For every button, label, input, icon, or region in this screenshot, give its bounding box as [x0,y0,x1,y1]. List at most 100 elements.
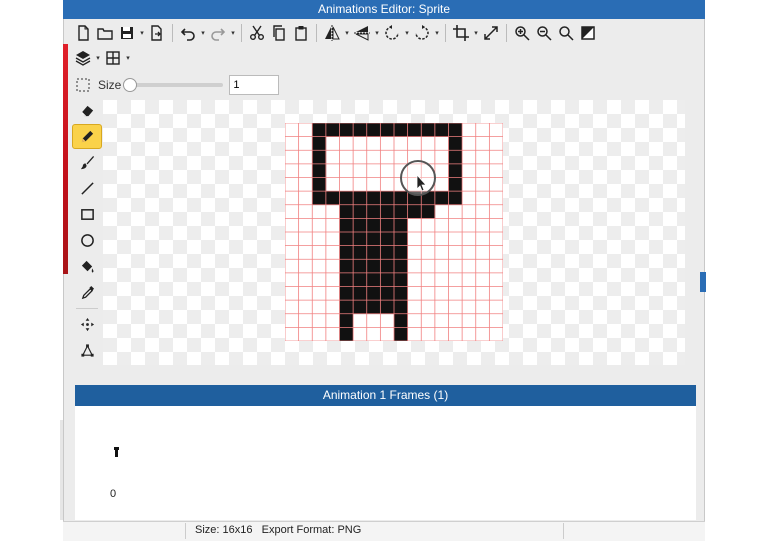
sprite-pixel [380,259,395,274]
sprite-pixel [366,204,381,219]
sprite-pixel [380,245,395,260]
sprite-pixel [380,204,395,219]
status-text: Size: 16x16 Export Format: PNG [195,524,362,536]
size-input[interactable] [229,75,280,95]
background-window-tab [700,272,706,292]
brush-icon[interactable] [72,150,102,175]
eyedropper-icon[interactable] [72,280,102,305]
crop-icon[interactable] [450,22,472,44]
sprite-pixel [353,218,368,233]
ellipse-icon[interactable] [72,228,102,253]
toolbar-separator [445,24,446,42]
dropdown-caret-icon[interactable]: ▾ [138,29,146,37]
sprite-pixel [366,123,381,137]
sprite-pixel [380,123,395,137]
dropdown-caret-icon[interactable]: ▾ [433,29,441,37]
sprite-pixel [312,136,327,151]
save-icon[interactable] [116,22,138,44]
resize-icon[interactable] [480,22,502,44]
sprite-pixel [339,327,354,341]
sprite-pixel [339,272,354,287]
sprite-pixel [312,150,327,165]
export-icon[interactable] [146,22,168,44]
sprite-pixel [394,218,408,233]
sprite-pixel [394,232,408,246]
color-swap-icon[interactable] [577,22,599,44]
sprite-pixel [394,313,408,328]
selection-icon[interactable] [72,74,94,96]
sprite-canvas[interactable] [285,123,503,341]
layers-icon[interactable] [72,47,94,69]
toolbar-separator [506,24,507,42]
rotate-right-icon[interactable] [411,22,433,44]
sprite-pixel [339,286,354,301]
copy-icon[interactable] [268,22,290,44]
sprite-pixel [448,136,463,151]
sprite-pixel [394,204,408,219]
line-icon[interactable] [72,176,102,201]
sprite-pixel [448,163,463,178]
move-icon[interactable] [72,312,102,337]
rotate-left-icon[interactable] [381,22,403,44]
sprite-pixel [366,232,381,246]
dropdown-caret-icon[interactable]: ▾ [343,29,351,37]
sprite-pixel [434,191,449,206]
rectangle-icon[interactable] [72,202,102,227]
sprite-pixel [421,123,436,137]
zoom-fit-icon[interactable] [555,22,577,44]
dropdown-caret-icon[interactable]: ▾ [124,54,132,62]
sprite-pixel [353,245,368,260]
sprite-pixel [325,123,340,137]
sprite-pixel [353,204,368,219]
sprite-pixel [312,123,327,137]
sprite-pixel [407,204,422,219]
tool-palette [72,98,102,368]
sprite-pixel [366,218,381,233]
brush-size-bar: Size [72,73,322,97]
sprite-pixel [434,123,449,137]
sprite-pixel [339,218,354,233]
size-slider-thumb[interactable] [123,78,138,92]
flip-horizontal-icon[interactable] [321,22,343,44]
new-document-icon[interactable] [72,22,94,44]
paste-icon[interactable] [290,22,312,44]
status-bar [63,521,705,541]
sprite-pixel [339,245,354,260]
status-divider [185,523,186,539]
status-divider [563,523,564,539]
dropdown-caret-icon[interactable]: ▾ [199,29,207,37]
sprite-pixel [448,191,463,206]
grid-icon[interactable] [102,47,124,69]
tool-separator [76,308,98,309]
pencil-icon[interactable] [72,124,102,149]
dropdown-caret-icon[interactable]: ▾ [229,29,237,37]
sprite-pixel [339,300,354,315]
dropdown-caret-icon[interactable]: ▾ [403,29,411,37]
sprite-pixel [353,272,368,287]
dropdown-caret-icon[interactable]: ▾ [373,29,381,37]
size-slider[interactable] [123,78,224,92]
zoom-in-icon[interactable] [511,22,533,44]
frame-thumbnail[interactable] [114,446,119,457]
window-title: Animations Editor: Sprite [63,0,705,19]
toolbar-separator [316,24,317,42]
toolbar-separator [241,24,242,42]
shape-nodes-icon[interactable] [72,338,102,363]
frame-index-label: 0 [110,488,117,500]
cut-icon[interactable] [246,22,268,44]
sprite-pixel [339,259,354,274]
undo-icon[interactable] [177,22,199,44]
dropdown-caret-icon[interactable]: ▾ [472,29,480,37]
zoom-out-icon[interactable] [533,22,555,44]
redo-icon[interactable] [207,22,229,44]
flip-vertical-icon[interactable] [351,22,373,44]
eraser-icon[interactable] [72,98,102,123]
sprite-pixel [366,259,381,274]
frames-panel [75,406,696,520]
open-folder-icon[interactable] [94,22,116,44]
dropdown-caret-icon[interactable]: ▾ [94,54,102,62]
sprite-pixel [366,245,381,260]
toolbar-separator [172,24,173,42]
sprite-pixel [448,123,463,137]
fill-bucket-icon[interactable] [72,254,102,279]
